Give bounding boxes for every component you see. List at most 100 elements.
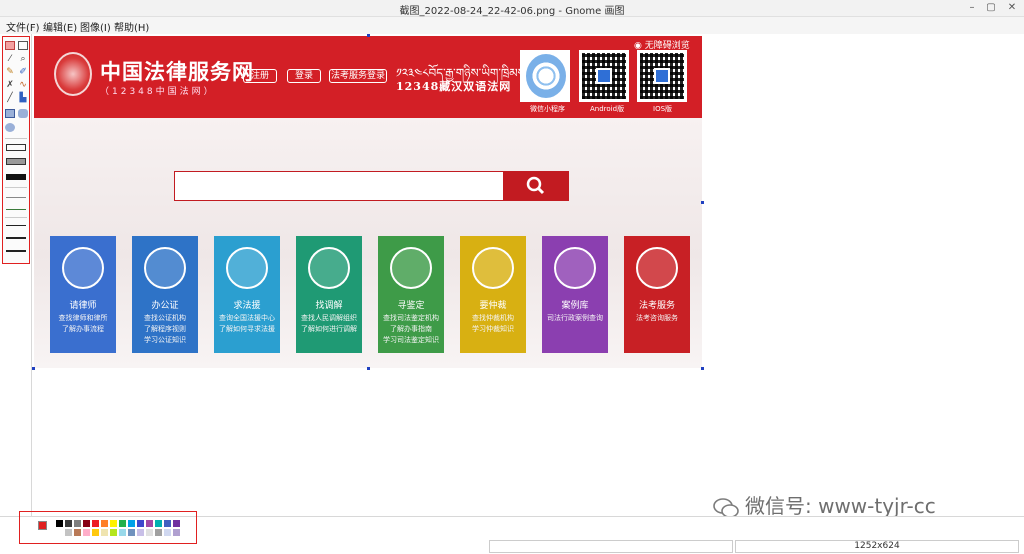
card-title: 要仲裁	[479, 301, 507, 311]
card-mediation[interactable]: 找调解 查找人民调解组织 了解如何进行调解	[296, 236, 362, 353]
rectangle-tool-icon[interactable]	[5, 109, 15, 118]
card-desc: 查找律师和律所 了解办事流程	[58, 314, 108, 333]
ellipse-tool-icon[interactable]	[5, 123, 15, 132]
line-width-1-option[interactable]	[6, 197, 26, 198]
window-titlebar: 截图_2022-08-24_22-42-06.png - Gnome 画图 – …	[0, 0, 1024, 17]
card-title: 案例库	[561, 301, 589, 311]
ios-qr-logo	[654, 68, 670, 84]
register-button[interactable]: 注册	[243, 69, 277, 83]
card-title: 求法援	[233, 301, 261, 311]
toolbox: ⁄ ⌕ ✎ ✐ ✗ ∿ ╱ ▙	[2, 36, 30, 264]
palette-swatch[interactable]	[56, 529, 63, 536]
maximize-button[interactable]: ▢	[983, 1, 999, 15]
menu-help[interactable]: 帮助(H)	[114, 19, 149, 34]
text-tool-icon[interactable]: ▙	[18, 93, 28, 103]
resize-handle-bottom-right[interactable]	[701, 367, 704, 370]
resize-handle-bottom[interactable]	[367, 367, 370, 370]
palette-swatch[interactable]	[92, 520, 99, 527]
zoom-tool-icon[interactable]: ⌕	[18, 54, 28, 64]
palette-swatch[interactable]	[164, 529, 171, 536]
ios-qr-icon[interactable]	[637, 50, 687, 102]
palette-swatch[interactable]	[83, 520, 90, 527]
toolbox-divider	[5, 187, 27, 188]
foreground-color-swatch[interactable]	[38, 521, 47, 530]
card-appraisal[interactable]: 寻鉴定 查找司法鉴定机构 了解办事指南 学习司法鉴定知识	[378, 236, 444, 353]
line-width-3-option[interactable]	[6, 225, 26, 226]
rect-select-tool-icon[interactable]	[18, 41, 28, 50]
resize-handle-bottom-left[interactable]	[32, 367, 35, 370]
palette-swatch[interactable]	[128, 520, 135, 527]
palette-swatch[interactable]	[164, 520, 171, 527]
airbrush-tool-icon[interactable]: ✗	[5, 80, 15, 90]
palette-swatch[interactable]	[65, 529, 72, 536]
menu-image[interactable]: 图像(I)	[80, 19, 111, 34]
palette-swatch[interactable]	[128, 529, 135, 536]
palette-swatch[interactable]	[56, 520, 63, 527]
mini-program-qr-icon[interactable]	[520, 50, 570, 102]
menu-file[interactable]: 文件(F)	[6, 19, 40, 34]
palette-swatch[interactable]	[83, 529, 90, 536]
line-width-5-option[interactable]	[6, 250, 26, 252]
palette-swatch[interactable]	[146, 520, 153, 527]
resize-handle-right[interactable]	[701, 201, 704, 204]
national-emblem-icon	[54, 52, 92, 96]
login-button[interactable]: 登录	[287, 69, 321, 83]
card-title: 请律师	[69, 301, 97, 311]
search-input[interactable]	[174, 171, 504, 201]
card-desc: 查询全国法援中心 了解如何寻求法援	[219, 314, 275, 333]
legal-aid-icon	[226, 247, 268, 289]
card-notary[interactable]: 办公证 查找公证机构 了解程序视则 学习公证知识	[132, 236, 198, 353]
palette-swatch[interactable]	[101, 529, 108, 536]
palette-swatch[interactable]	[137, 520, 144, 527]
pasted-image[interactable]: 中国法律服务网 （12348中国法网） 注册 登录 法考服务登录 ༡༢༣༤༨བོ…	[34, 36, 702, 368]
palette-swatch[interactable]	[155, 529, 162, 536]
search-button[interactable]	[503, 171, 569, 201]
android-qr-icon[interactable]	[579, 50, 629, 102]
palette-swatch[interactable]	[101, 520, 108, 527]
fill-only-option[interactable]	[6, 174, 26, 180]
law-exam-login-button[interactable]: 法考服务登录	[329, 69, 387, 83]
image-size-readout: 1252x624	[735, 540, 1019, 553]
palette-swatch[interactable]	[155, 520, 162, 527]
close-button[interactable]: ✕	[1004, 1, 1020, 15]
eyedropper-tool-icon[interactable]: ⁄	[5, 54, 15, 64]
palette-swatch[interactable]	[173, 529, 180, 536]
palette-swatch[interactable]	[146, 529, 153, 536]
card-arbitration[interactable]: 要仲裁 查找仲裁机构 学习仲裁知识	[460, 236, 526, 353]
card-desc: 司法行政案例查询	[547, 314, 603, 322]
line-width-4-option[interactable]	[6, 237, 26, 239]
outline-fill-option[interactable]	[6, 158, 26, 165]
palette-swatch[interactable]	[119, 520, 126, 527]
palette-swatch[interactable]	[74, 520, 81, 527]
card-legal-aid[interactable]: 求法援查询全国法援中心 了解如何寻求法援	[214, 236, 280, 353]
lawyer-badge-icon	[62, 247, 104, 289]
outline-only-option[interactable]	[6, 144, 26, 151]
menu-edit[interactable]: 编辑(E)	[43, 19, 77, 34]
palette-swatch[interactable]	[137, 529, 144, 536]
resize-handle-top[interactable]	[367, 34, 370, 37]
palette-swatch[interactable]	[110, 520, 117, 527]
brush-tool-icon[interactable]: ✐	[18, 67, 28, 77]
rounded-rect-tool-icon[interactable]	[18, 109, 28, 118]
fill-tool-icon[interactable]: ∿	[18, 80, 28, 90]
arbitration-icon	[472, 247, 514, 289]
appraisal-icon	[390, 247, 432, 289]
qr-label-ios: IOS版	[653, 105, 673, 113]
palette-swatch[interactable]	[92, 529, 99, 536]
pencil-tool-icon[interactable]: ✎	[5, 67, 15, 77]
free-select-tool-icon[interactable]	[5, 41, 15, 50]
card-law-exam[interactable]: 法考服务 法考咨询服务	[624, 236, 690, 353]
palette-swatch[interactable]	[173, 520, 180, 527]
card-desc: 查找司法鉴定机构 了解办事指南 学习司法鉴定知识	[383, 314, 439, 344]
minimize-button[interactable]: –	[964, 1, 980, 15]
card-lawyer[interactable]: 请律师查找律师和律所 了解办事流程	[50, 236, 116, 353]
menu-bar: 文件(F) 编辑(E) 图像(I) 帮助(H)	[0, 17, 1024, 34]
palette-swatch[interactable]	[74, 529, 81, 536]
qr-label-android: Android版	[590, 105, 625, 113]
palette-swatch[interactable]	[65, 520, 72, 527]
card-case-library[interactable]: 案例库司法行政案例查询	[542, 236, 608, 353]
palette-swatch[interactable]	[110, 529, 117, 536]
line-tool-icon[interactable]: ╱	[5, 93, 15, 103]
line-width-2-option[interactable]	[6, 209, 26, 210]
palette-swatch[interactable]	[119, 529, 126, 536]
